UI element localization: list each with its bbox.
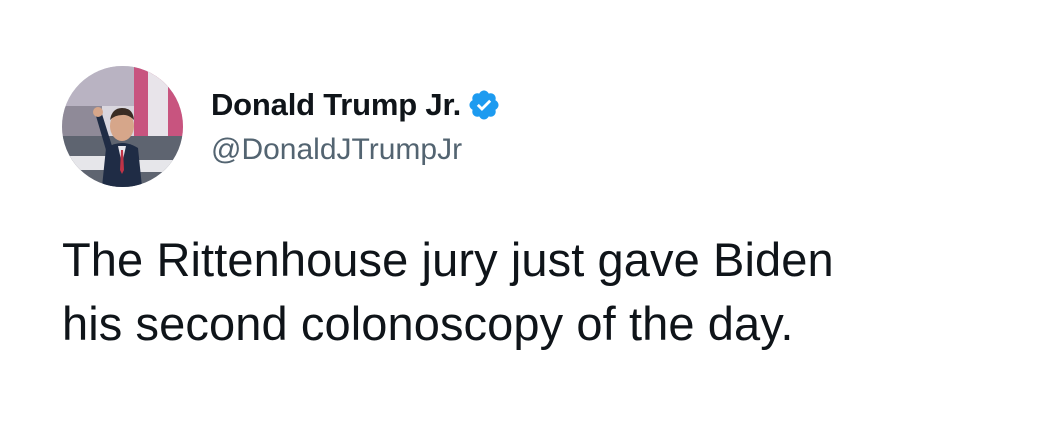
verified-badge-icon: [467, 88, 501, 122]
display-name[interactable]: Donald Trump Jr.: [211, 86, 461, 124]
avatar[interactable]: [62, 66, 183, 187]
user-handle[interactable]: @DonaldJTrumpJr: [211, 132, 501, 168]
profile-photo-icon: [62, 66, 183, 187]
author-names: Donald Trump Jr. @DonaldJTrumpJr: [211, 86, 501, 168]
tweet-text: The Rittenhouse jury just gave Biden his…: [62, 233, 834, 350]
tweet-card: Donald Trump Jr. @DonaldJTrumpJr The Rit…: [0, 0, 1051, 425]
name-row: Donald Trump Jr.: [211, 86, 501, 124]
tweet-header: Donald Trump Jr. @DonaldJTrumpJr: [62, 66, 501, 187]
